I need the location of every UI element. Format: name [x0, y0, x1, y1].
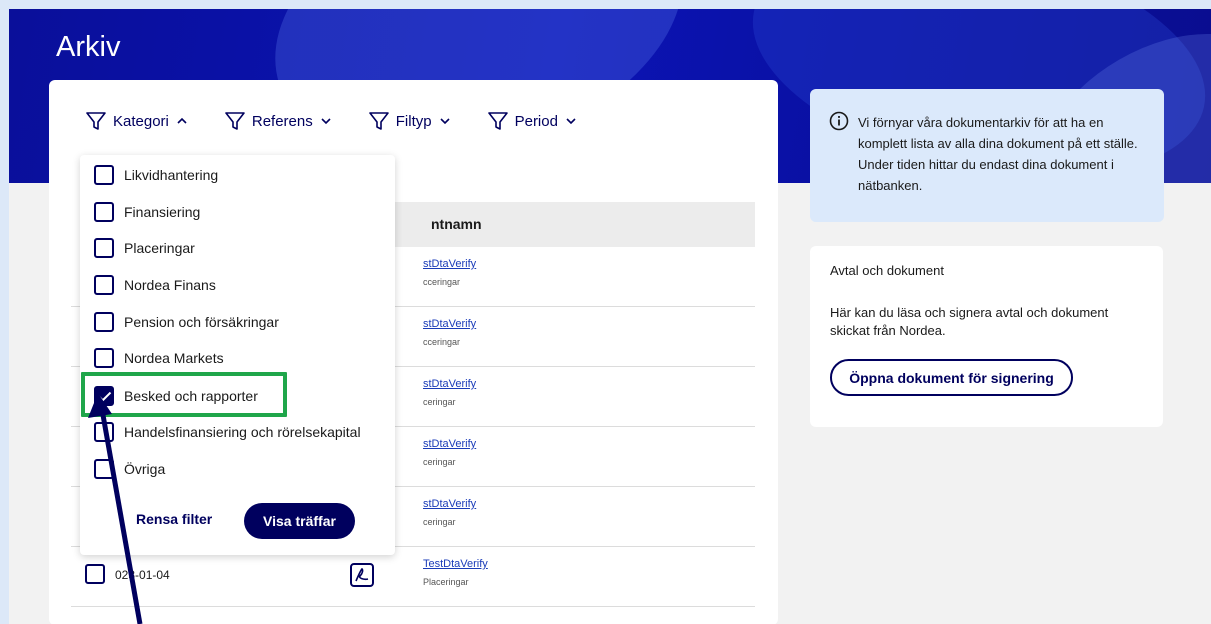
document-category: ceringar [423, 457, 456, 467]
document-link[interactable]: stDtaVerify [423, 498, 476, 510]
filter-bar: Kategori Referens Filtyp Period [85, 110, 613, 132]
filter-label: Referens [251, 112, 313, 130]
document-category: cceringar [423, 277, 461, 287]
category-option-label: Likvidhantering [124, 167, 219, 183]
agreements-title: Avtal och dokument [830, 263, 944, 278]
filter-icon [487, 112, 508, 130]
open-signing-documents-button[interactable]: Öppna dokument för signering [830, 359, 1073, 396]
agreements-text: Här kan du läsa och signera avtal och do… [830, 305, 1109, 338]
document-date: 023-01-04 [115, 568, 170, 582]
category-option-label: Övriga [124, 461, 166, 477]
category-option-label: Handelsfinansiering och rörelsekapital [124, 424, 361, 440]
row-checkbox[interactable] [85, 564, 105, 584]
table-header: ntnamn [369, 202, 755, 247]
category-option-placeringar[interactable]: Placeringar [94, 236, 195, 260]
chevron-down-icon [566, 118, 576, 125]
document-link[interactable]: TestDtaVerify [423, 558, 488, 570]
chevron-down-icon [321, 118, 331, 125]
info-icon [829, 111, 849, 131]
category-checkbox[interactable] [94, 422, 114, 442]
document-link[interactable]: stDtaVerify [423, 258, 476, 270]
document-link[interactable]: stDtaVerify [423, 378, 476, 390]
info-banner: Vi förnyar våra dokumentarkiv för att ha… [810, 89, 1164, 222]
chevron-up-icon [177, 117, 187, 124]
filter-label: Filtyp [395, 112, 432, 130]
document-category: ceringar [423, 397, 456, 407]
category-checkbox[interactable] [94, 238, 114, 258]
category-option-pension[interactable]: Pension och försäkringar [94, 310, 279, 334]
filter-period[interactable]: Period [487, 110, 583, 132]
page-title: Arkiv [56, 31, 121, 63]
category-checkbox[interactable] [94, 459, 114, 479]
category-checkbox-checked[interactable] [94, 386, 114, 406]
pdf-icon[interactable] [349, 562, 375, 588]
category-option-label: Nordea Markets [124, 350, 224, 366]
document-link[interactable]: stDtaVerify [423, 318, 476, 330]
show-results-button[interactable]: Visa träffar [244, 503, 355, 539]
category-option-handelsfinansiering[interactable]: Handelsfinansiering och rörelsekapital [94, 420, 361, 444]
filter-label: Period [514, 112, 558, 130]
document-link[interactable]: stDtaVerify [423, 438, 476, 450]
category-option-nordea-markets[interactable]: Nordea Markets [94, 346, 224, 370]
category-checkbox[interactable] [94, 348, 114, 368]
filter-label: Kategori [113, 112, 169, 130]
category-option-label: Finansiering [124, 204, 201, 220]
category-checkbox[interactable] [94, 165, 114, 185]
category-option-besked-och-rapporter[interactable]: Besked och rapporter [94, 384, 258, 408]
agreements-card: Avtal och dokument Här kan du läsa och s… [810, 246, 1163, 427]
document-category: ceringar [423, 517, 456, 527]
category-checkbox[interactable] [94, 275, 114, 295]
filter-icon [368, 112, 389, 130]
category-option-likvidhantering[interactable]: Likvidhantering [94, 163, 218, 187]
filter-kategori[interactable]: Kategori [85, 110, 194, 132]
table-row: 023-01-04 TestDtaVerify Placeringar [71, 547, 755, 607]
category-option-ovriga[interactable]: Övriga [94, 457, 165, 481]
chevron-down-icon [440, 118, 450, 125]
category-option-label: Pension och försäkringar [124, 314, 279, 330]
filter-icon [86, 112, 106, 130]
info-text: Vi förnyar våra dokumentarkiv för att ha… [858, 115, 1138, 193]
clear-filter-button[interactable]: Rensa filter [136, 511, 212, 527]
category-option-finansiering[interactable]: Finansiering [94, 200, 200, 224]
category-option-label: Placeringar [124, 240, 195, 256]
category-dropdown: Likvidhantering Finansiering Placeringar… [80, 155, 395, 555]
filter-icon [225, 112, 245, 130]
column-header-name[interactable]: ntnamn [431, 216, 482, 232]
document-category: Placeringar [423, 577, 469, 587]
category-checkbox[interactable] [94, 312, 114, 332]
document-category: cceringar [423, 337, 461, 347]
category-option-nordea-finans[interactable]: Nordea Finans [94, 273, 216, 297]
filter-filtyp[interactable]: Filtyp [368, 110, 457, 132]
filter-referens[interactable]: Referens [224, 110, 338, 132]
category-option-label: Besked och rapporter [124, 388, 258, 404]
category-checkbox[interactable] [94, 202, 114, 222]
category-option-label: Nordea Finans [124, 277, 216, 293]
